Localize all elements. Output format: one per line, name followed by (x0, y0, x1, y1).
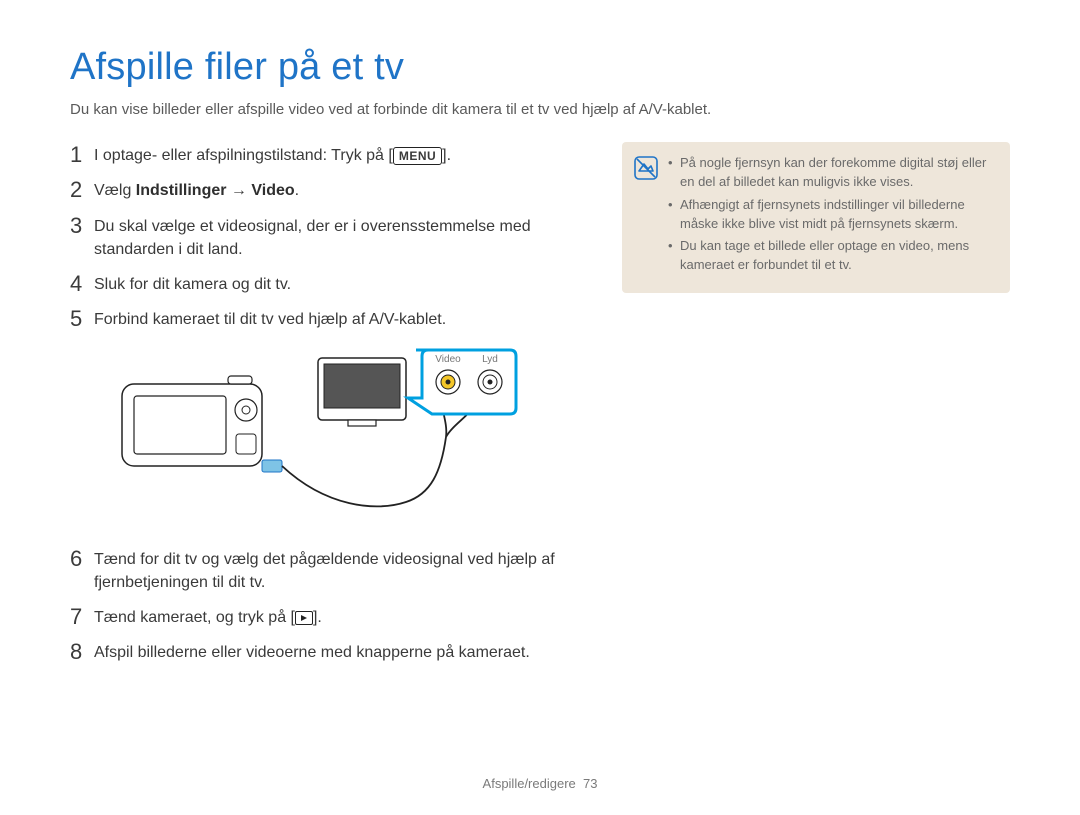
step-6: 6 Tænd for dit tv og vælg det pågældende… (70, 546, 580, 594)
step-8: 8 Afspil billederne eller videoerne med … (70, 639, 580, 664)
video-jack-label: Video (435, 354, 461, 365)
text-part: ]. (442, 147, 451, 164)
note-box: På nogle fjernsyn kan der forekomme digi… (622, 142, 1010, 293)
step-5: 5 Forbind kameraet til dit tv ved hjælp … (70, 306, 580, 331)
text-part: Vælg (94, 182, 136, 199)
step-number: 1 (70, 142, 94, 167)
footer-section: Afspille/redigere (483, 776, 576, 791)
manual-page: Afspille filer på et tv Du kan vise bill… (0, 0, 1080, 815)
connection-diagram: Video Lyd (96, 342, 556, 532)
text-part: ]. (313, 609, 322, 626)
page-title: Afspille filer på et tv (70, 46, 1010, 89)
bold-text: Indstillinger (136, 182, 227, 199)
note-item: På nogle fjernsyn kan der forekomme digi… (668, 154, 994, 192)
step-7: 7 Tænd kameraet, og tryk på []. (70, 604, 580, 629)
step-text: Tænd kameraet, og tryk på []. (94, 604, 322, 629)
step-text: Sluk for dit kamera og dit tv. (94, 271, 291, 296)
step-4: 4 Sluk for dit kamera og dit tv. (70, 271, 580, 296)
step-number: 6 (70, 546, 94, 571)
step-number: 3 (70, 213, 94, 238)
step-2: 2 Vælg Indstillinger → Video. (70, 177, 580, 202)
step-number: 2 (70, 177, 94, 202)
step-number: 5 (70, 306, 94, 331)
step-text: Tænd for dit tv og vælg det pågældende v… (94, 546, 580, 594)
text-part: . (295, 182, 299, 199)
note-item: Du kan tage et billede eller optage en v… (668, 237, 994, 275)
playback-button-icon (295, 611, 313, 625)
step-number: 4 (70, 271, 94, 296)
menu-button-icon: MENU (393, 147, 442, 165)
text-part: → (226, 182, 251, 199)
bold-text: Video (251, 182, 294, 199)
camera-icon (122, 376, 262, 466)
step-text: I optage- eller afspilningstilstand: Try… (94, 142, 451, 167)
step-text: Afspil billederne eller videoerne med kn… (94, 639, 530, 664)
note-list: På nogle fjernsyn kan der forekomme digi… (668, 154, 994, 279)
note-item: Afhængigt af fjernsynets indstillinger v… (668, 196, 994, 234)
note-icon (634, 156, 658, 180)
audio-jack-label: Lyd (482, 354, 498, 365)
jack-callout: Video Lyd (408, 350, 516, 414)
intro-text: Du kan vise billeder eller afspille vide… (70, 99, 1010, 120)
page-footer: Afspille/redigere 73 (0, 776, 1080, 791)
step-3: 3 Du skal vælge et videosignal, der er i… (70, 213, 580, 261)
steps-column: 1 I optage- eller afspilningstilstand: T… (70, 142, 580, 675)
step-1: 1 I optage- eller afspilningstilstand: T… (70, 142, 580, 167)
tv-icon (318, 358, 406, 426)
text-part: Tænd kameraet, og tryk på [ (94, 609, 295, 626)
text-part: I optage- eller afspilningstilstand: Try… (94, 147, 393, 164)
footer-page-number: 73 (583, 776, 597, 791)
step-number: 7 (70, 604, 94, 629)
step-text: Du skal vælge et videosignal, der er i o… (94, 213, 580, 261)
content-columns: 1 I optage- eller afspilningstilstand: T… (70, 142, 1010, 675)
step-text: Vælg Indstillinger → Video. (94, 177, 299, 202)
step-number: 8 (70, 639, 94, 664)
step-text: Forbind kameraet til dit tv ved hjælp af… (94, 306, 446, 331)
diagram-svg: Video Lyd (96, 342, 556, 532)
notes-column: På nogle fjernsyn kan der forekomme digi… (622, 142, 1010, 675)
